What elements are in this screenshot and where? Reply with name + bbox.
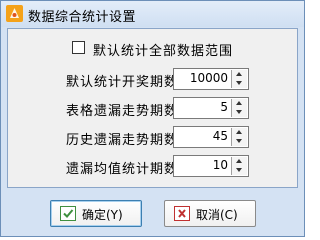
app-logo-icon bbox=[6, 5, 23, 22]
miss-average-value[interactable]: 10 bbox=[213, 158, 228, 172]
history-miss-trend-label: 历史遗漏走势期数 bbox=[66, 133, 179, 148]
window-title: 数据综合统计设置 bbox=[28, 10, 137, 25]
draw-periods-value[interactable]: 10000 bbox=[190, 71, 228, 85]
table-miss-trend-spinbox[interactable]: 5 bbox=[173, 97, 249, 119]
history-miss-trend-spinbox[interactable]: 45 bbox=[173, 126, 249, 148]
default-all-range-checkbox[interactable] bbox=[72, 41, 85, 54]
dialog-window: 数据综合统计设置 默认统计全部数据范围 默认统计开奖期数 10000 表格遗漏走… bbox=[0, 0, 305, 237]
miss-average-label: 遗漏均值统计期数 bbox=[66, 162, 179, 177]
cancel-button-label: 取消(C) bbox=[196, 208, 238, 222]
x-icon bbox=[174, 206, 190, 221]
draw-periods-label: 默认统计开奖期数 bbox=[66, 75, 179, 90]
title-bar[interactable]: 数据综合统计设置 bbox=[1, 1, 304, 27]
miss-average-spin-buttons bbox=[231, 157, 247, 175]
table-miss-trend-down-arrow-icon[interactable] bbox=[232, 108, 247, 117]
table-miss-trend-value[interactable]: 5 bbox=[220, 100, 228, 114]
miss-average-down-arrow-icon[interactable] bbox=[232, 166, 247, 175]
draw-periods-down-arrow-icon[interactable] bbox=[232, 79, 247, 88]
default-all-range-label: 默认统计全部数据范围 bbox=[93, 44, 234, 59]
draw-periods-spinbox[interactable]: 10000 bbox=[173, 68, 249, 90]
table-miss-trend-label: 表格遗漏走势期数 bbox=[66, 104, 179, 119]
draw-periods-spin-buttons bbox=[231, 70, 247, 88]
ok-button[interactable]: 确定(Y) bbox=[50, 200, 142, 227]
ok-button-label: 确定(Y) bbox=[82, 208, 123, 222]
settings-panel: 默认统计全部数据范围 默认统计开奖期数 10000 表格遗漏走势期数 5 历史遗… bbox=[7, 28, 298, 188]
history-miss-trend-down-arrow-icon[interactable] bbox=[232, 137, 247, 146]
cancel-button[interactable]: 取消(C) bbox=[164, 200, 256, 227]
table-miss-trend-spin-buttons bbox=[231, 99, 247, 117]
history-miss-trend-spin-buttons bbox=[231, 128, 247, 146]
history-miss-trend-value[interactable]: 45 bbox=[213, 129, 228, 143]
checkmark-icon bbox=[60, 206, 76, 221]
miss-average-spinbox[interactable]: 10 bbox=[173, 155, 249, 177]
